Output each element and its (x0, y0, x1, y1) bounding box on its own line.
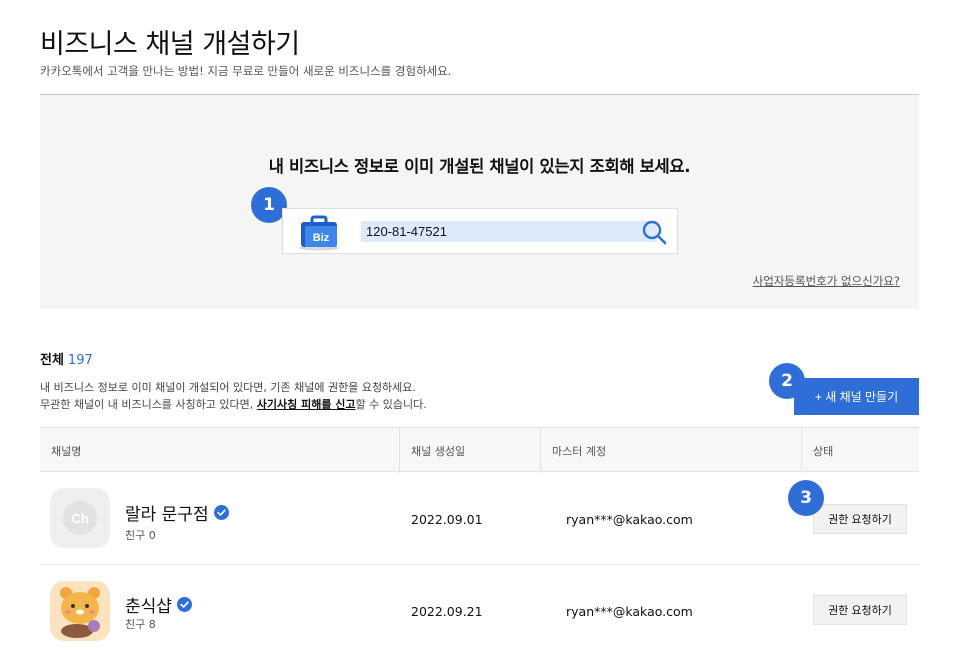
column-header-channel-name: 채널명 (51, 445, 82, 458)
column-header-created-date: 채널 생성일 (399, 428, 465, 473)
lookup-heading: 내 비즈니스 정보로 이미 개설된 채널이 있는지 조회해 보세요. (268, 157, 691, 176)
business-number-search: Biz (282, 208, 678, 254)
step-badge-2: 2 (769, 363, 805, 399)
avatar-text: Ch (71, 511, 88, 526)
channel-table: 채널명 채널 생성일 마스터 계정 상태 Ch 랄라 문구점 친구 0 2022… (40, 427, 919, 656)
total-count: 197 (67, 353, 93, 368)
master-account: ryan***@kakao.com (566, 512, 693, 527)
notice-line-1: 내 비즈니스 정보로 이미 채널이 개설되어 있다면, 기존 채널에 권한을 요… (40, 381, 416, 394)
total-label: 전체 (40, 353, 64, 368)
avatar (50, 581, 110, 641)
created-date: 2022.09.01 (411, 512, 483, 527)
search-icon[interactable] (641, 219, 667, 245)
briefcase-icon: Biz (299, 215, 339, 251)
notice-line-2-prefix: 무관한 채널이 내 비즈니스를 사칭하고 있다면, (40, 398, 257, 411)
lookup-panel: 내 비즈니스 정보로 이미 개설된 채널이 있는지 조회해 보세요. 1 Biz… (40, 95, 919, 309)
notice-line-2-suffix: 할 수 있습니다. (355, 398, 427, 411)
column-header-status: 상태 (801, 428, 833, 473)
verified-badge-icon (176, 597, 192, 612)
request-permission-button[interactable]: 권한 요청하기 (813, 504, 907, 534)
avatar: Ch (50, 488, 110, 548)
request-permission-button[interactable]: 권한 요청하기 (813, 595, 907, 625)
column-header-master-account: 마스터 계정 (540, 428, 606, 473)
channel-name-text: 랄라 문구점 (125, 505, 209, 525)
channel-name: 랄라 문구점 (125, 500, 229, 525)
page-title: 비즈니스 채널 개설하기 (40, 29, 300, 60)
no-business-number-link[interactable]: 사업자등록번호가 없으신가요? (753, 273, 900, 289)
total-count-row: 전체 197 (40, 349, 93, 368)
friend-count: 친구 8 (125, 618, 156, 631)
character-avatar-icon (50, 581, 110, 641)
channel-name: 춘식샵 (125, 592, 192, 617)
master-account: ryan***@kakao.com (566, 604, 693, 619)
verified-badge-icon (213, 505, 229, 520)
notice-text: 내 비즈니스 정보로 이미 채널이 개설되어 있다면, 기존 채널에 권한을 요… (40, 379, 427, 413)
notice-line-2: 무관한 채널이 내 비즈니스를 사칭하고 있다면, 사기사칭 피해를 신고할 수… (40, 396, 427, 413)
channel-default-icon: Ch (63, 501, 97, 535)
table-header: 채널명 채널 생성일 마스터 계정 상태 (40, 427, 919, 473)
created-date: 2022.09.21 (411, 604, 483, 619)
business-number-input[interactable] (361, 221, 657, 242)
biz-badge-text: Biz (313, 232, 330, 244)
page-subtitle: 카카오톡에서 고객을 만나는 방법! 지금 무료로 만들어 새로운 비즈니스를 … (40, 64, 452, 78)
table-row: 춘식샵 친구 8 2022.09.21 ryan***@kakao.com 권한… (40, 565, 919, 656)
friend-count: 친구 0 (125, 529, 156, 542)
report-impersonation-link[interactable]: 사기사칭 피해를 신고 (257, 398, 356, 411)
step-badge-3: 3 (788, 480, 824, 516)
table-row: Ch 랄라 문구점 친구 0 2022.09.01 ryan***@kakao.… (40, 472, 919, 565)
channel-name-text: 춘식샵 (125, 597, 172, 617)
create-channel-button[interactable]: + 새 채널 만들기 (794, 378, 919, 415)
